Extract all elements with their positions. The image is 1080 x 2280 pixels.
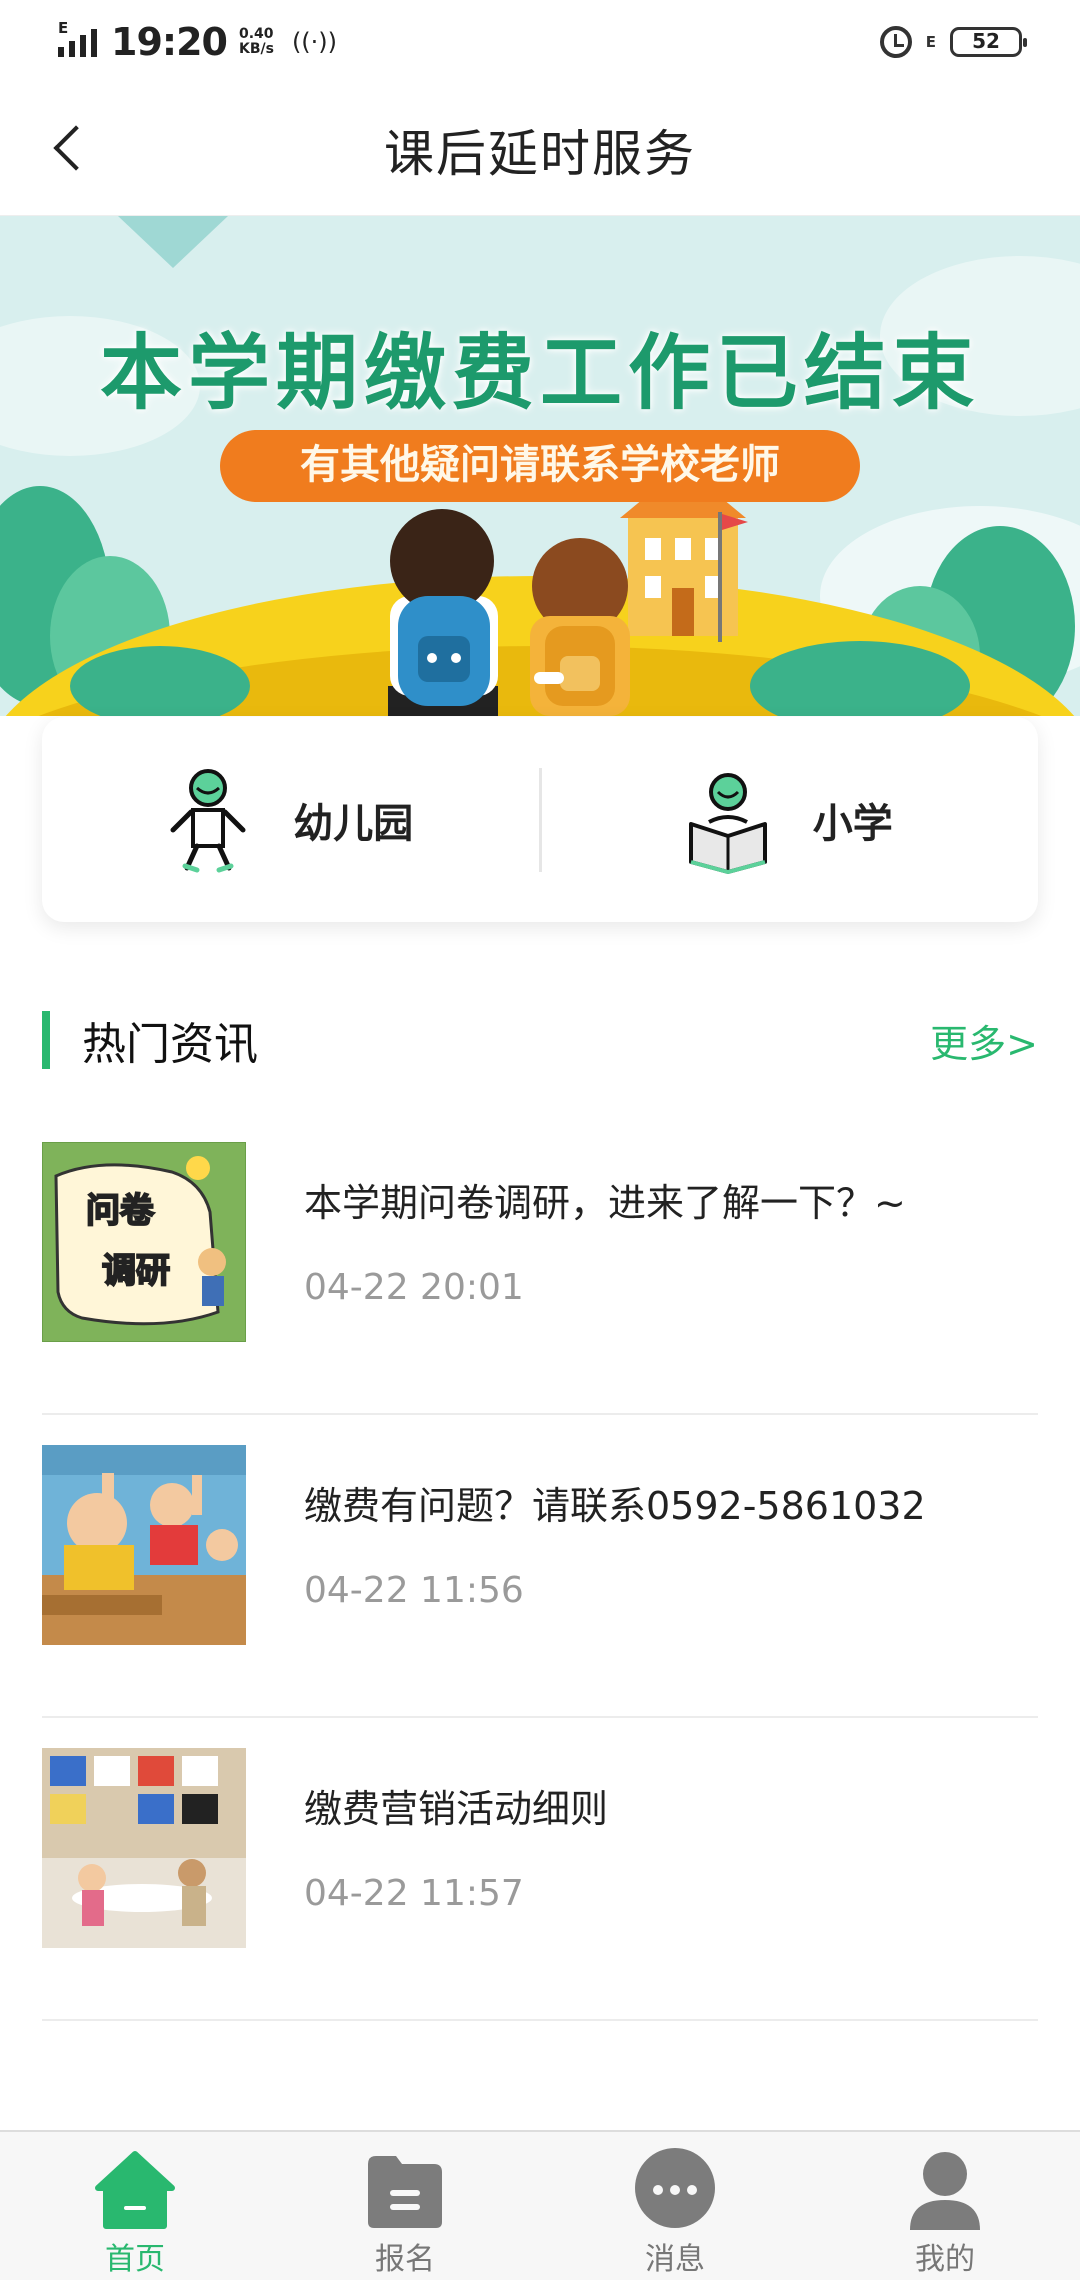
category-label: 幼儿园	[293, 800, 414, 847]
app-header: 课后延时服务	[0, 84, 1080, 216]
network-type-right: E	[925, 33, 936, 51]
banner-headline: 本学期缴费工作已结束	[99, 326, 980, 421]
tab-messages[interactable]: 消息	[540, 2132, 810, 2280]
tab-home[interactable]: 首页	[0, 2132, 270, 2280]
hot-news-header: 热门资讯 更多>	[42, 1010, 1038, 1070]
back-button[interactable]	[46, 122, 102, 178]
news-item[interactable]: 缴费营销活动细则 04-22 11:57	[42, 1718, 1038, 2021]
news-thumbnail: 问卷 调研	[42, 1142, 246, 1342]
news-item[interactable]: 问卷 调研 本学期问卷调研，进来了解一下？~ 04-22 20:01	[42, 1112, 1038, 1415]
speed-value: 0.40	[238, 26, 274, 42]
more-link[interactable]: 更多>	[930, 1013, 1038, 1068]
alarm-icon	[879, 26, 912, 58]
tab-signup[interactable]: 报名	[270, 2132, 540, 2280]
student-reading-icon	[688, 772, 767, 874]
news-title: 缴费营销活动细则	[304, 1787, 609, 1831]
news-text: 缴费营销活动细则 04-22 11:57	[304, 1748, 608, 1914]
hotspot-icon: ((·))	[291, 28, 338, 56]
tab-label: 我的	[915, 2242, 975, 2277]
news-date: 04-22 11:57	[304, 1873, 524, 1914]
battery-icon: 52	[950, 27, 1027, 57]
status-time: 19:20	[111, 20, 228, 64]
news-thumbnail	[42, 1445, 246, 1645]
news-date: 04-22 20:01	[304, 1267, 524, 1308]
chat-bubble-icon	[635, 2148, 715, 2228]
page-title: 课后延时服务	[384, 124, 696, 183]
tab-label: 报名	[375, 2242, 435, 2277]
network-type: E	[58, 19, 69, 37]
network-speed: 0.40 KB/s	[239, 27, 274, 57]
home-icon	[95, 2151, 175, 2229]
tab-mine[interactable]: 我的	[810, 2132, 1080, 2280]
news-date: 04-22 11:56	[304, 1570, 524, 1611]
thumb-text-1: 问卷	[86, 1191, 155, 1231]
news-list: 问卷 调研 本学期问卷调研，进来了解一下？~ 04-22 20:01 缴费有问题…	[42, 1112, 1038, 2021]
person-icon	[910, 2152, 980, 2230]
kindergarten-child-icon	[170, 768, 246, 872]
category-card: 幼儿园 小学	[42, 717, 1038, 922]
signal-icon: E	[58, 19, 97, 57]
category-label: 小学	[812, 800, 893, 847]
category-kindergarten[interactable]: 幼儿园	[42, 717, 539, 922]
banner-ribbon: 有其他疑问请联系学校老师	[220, 430, 860, 502]
status-right: E 52	[879, 26, 1027, 58]
tab-label: 首页	[105, 2242, 165, 2277]
tab-label: 消息	[645, 2242, 705, 2277]
news-item[interactable]: 缴费有问题？请联系0592-5861032 04-22 11:56	[42, 1415, 1038, 1718]
banner[interactable]: 本学期缴费工作已结束 有其他疑问请联系学校老师	[0, 216, 1080, 716]
category-primary-school[interactable]: 小学	[542, 717, 1039, 922]
news-text: 缴费有问题？请联系0592-5861032 04-22 11:56	[304, 1445, 926, 1611]
news-title: 缴费有问题？请联系0592-5861032	[304, 1484, 926, 1528]
section-title: 热门资讯	[82, 1019, 258, 1070]
thumb-text-2: 调研	[102, 1251, 170, 1291]
speed-unit: KB/s	[238, 41, 274, 57]
bottom-tab-bar: 首页 报名 消息 我的	[0, 2130, 1080, 2280]
news-text: 本学期问卷调研，进来了解一下？~ 04-22 20:01	[304, 1142, 906, 1308]
news-thumbnail	[42, 1748, 246, 1948]
status-bar: E 19:20 0.40 KB/s ((·)) E 52	[0, 0, 1080, 84]
folder-icon	[368, 2156, 442, 2228]
section-accent-bar	[42, 1011, 50, 1069]
news-title: 本学期问卷调研，进来了解一下？~	[304, 1181, 906, 1225]
